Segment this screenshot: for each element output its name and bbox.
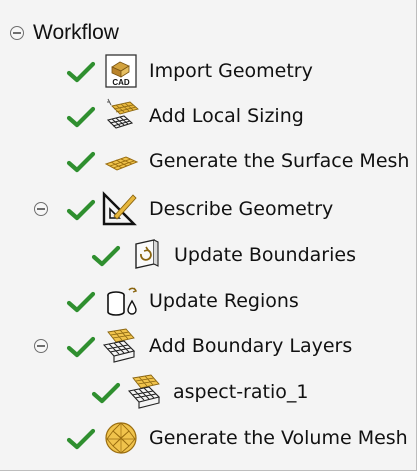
checkmark-icon bbox=[91, 382, 121, 404]
surface-mesh-icon bbox=[104, 156, 139, 171]
collapse-describe-geometry-toggle-icon[interactable] bbox=[34, 202, 48, 216]
workflow-title: Workflow bbox=[33, 21, 119, 44]
collapse-add-boundary-layers-toggle-icon[interactable] bbox=[34, 339, 48, 353]
checkmark-icon bbox=[66, 151, 96, 173]
boundary-panel-icon bbox=[135, 239, 159, 269]
tree-item-add-local-sizing[interactable]: Add Local Sizing bbox=[60, 97, 380, 135]
tree-item-label: Import Geometry bbox=[149, 60, 313, 82]
tree-item-describe-geometry[interactable]: Describe Geometry bbox=[34, 190, 354, 228]
tree-item-label: Generate the Surface Mesh bbox=[149, 150, 410, 172]
regions-cylinder-icon bbox=[107, 287, 138, 316]
boundary-layers-icon bbox=[102, 328, 136, 363]
boundary-layers-icon bbox=[127, 374, 161, 409]
tree-item-update-regions[interactable]: Update Regions bbox=[60, 282, 360, 320]
workflow-tree-panel: Workflow CAD Import Geometry Add Local S… bbox=[0, 0, 417, 471]
tree-item-label: Describe Geometry bbox=[149, 198, 334, 220]
checkmark-icon bbox=[66, 291, 96, 313]
tree-item-label: Generate the Volume Mesh bbox=[149, 427, 408, 449]
checkmark-icon bbox=[66, 428, 96, 450]
checkmark-icon bbox=[66, 199, 96, 221]
volume-mesh-sphere-icon bbox=[105, 422, 137, 454]
mesh-grid-icon bbox=[106, 98, 139, 129]
tree-item-label: Add Boundary Layers bbox=[149, 335, 353, 357]
tree-item-label: Update Boundaries bbox=[174, 244, 356, 266]
checkmark-icon bbox=[66, 61, 96, 83]
checkmark-icon bbox=[66, 336, 96, 358]
tree-item-label: aspect-ratio_1 bbox=[173, 381, 309, 403]
checkmark-icon bbox=[91, 245, 121, 267]
checkmark-icon bbox=[66, 106, 96, 128]
tree-item-import-geometry[interactable]: CAD Import Geometry bbox=[60, 52, 380, 90]
tree-item-update-boundaries[interactable]: Update Boundaries bbox=[85, 236, 385, 274]
tree-item-label: Update Regions bbox=[149, 290, 299, 312]
collapse-workflow-toggle-icon[interactable] bbox=[10, 26, 24, 40]
tree-item-label: Add Local Sizing bbox=[149, 105, 304, 127]
tree-root-workflow[interactable]: Workflow bbox=[8, 18, 158, 48]
svg-text:CAD: CAD bbox=[112, 78, 130, 87]
tree-item-generate-surface-mesh[interactable]: Generate the Surface Mesh bbox=[60, 142, 410, 180]
tree-item-aspect-ratio-1[interactable]: aspect-ratio_1 bbox=[85, 373, 385, 411]
tree-item-add-boundary-layers[interactable]: Add Boundary Layers bbox=[34, 327, 374, 365]
tree-item-generate-volume-mesh[interactable]: Generate the Volume Mesh bbox=[60, 419, 410, 457]
cad-box-icon: CAD bbox=[105, 54, 137, 88]
geometry-ruler-icon bbox=[102, 191, 137, 226]
